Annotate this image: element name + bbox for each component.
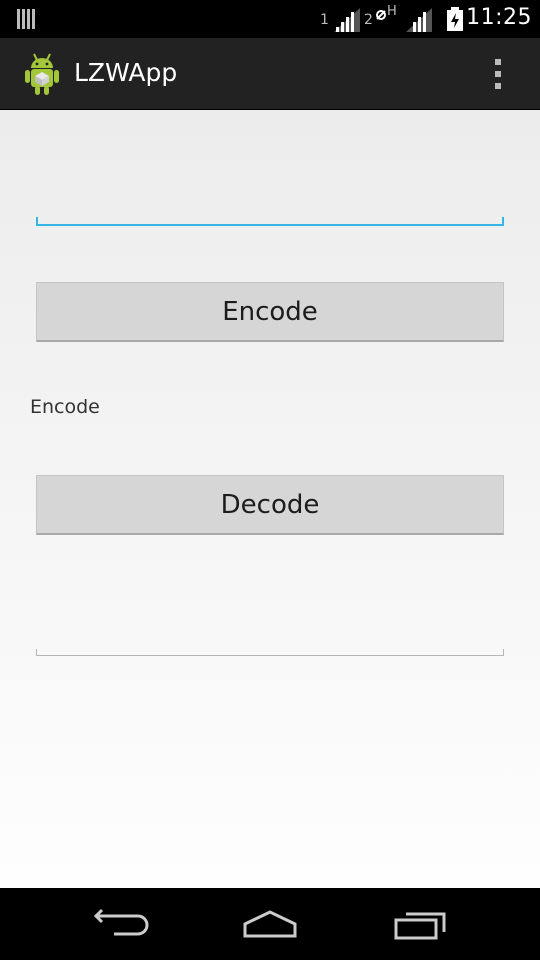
notification-icon — [17, 9, 35, 29]
input-field[interactable] — [36, 188, 504, 226]
navigation-bar — [0, 888, 540, 960]
back-icon[interactable] — [86, 902, 156, 946]
app-title: LZWApp — [74, 58, 178, 87]
encode-button[interactable]: Encode — [36, 282, 504, 342]
output-field[interactable] — [36, 616, 504, 656]
sim1-label: 1 — [320, 12, 329, 28]
overflow-menu-icon[interactable] — [486, 56, 510, 92]
signal-sim2-icon — [406, 8, 432, 32]
home-icon[interactable] — [235, 902, 305, 946]
sim2-label: 2 — [364, 12, 373, 28]
battery-charging-icon — [447, 7, 463, 31]
clock: 11:25 — [466, 5, 532, 30]
status-bar: 1 2 H 11:25 — [0, 0, 540, 38]
result-label: Encode — [30, 396, 100, 418]
status-icons: 1 2 H 11:25 — [310, 0, 540, 38]
decode-button[interactable]: Decode — [36, 475, 504, 535]
recent-apps-icon[interactable] — [386, 902, 456, 946]
content-area: Encode Encode Decode — [0, 110, 540, 888]
action-bar: LZWApp — [0, 38, 540, 110]
network-type-label: H — [387, 4, 397, 19]
signal-sim1-icon — [334, 8, 360, 32]
android-app-icon[interactable] — [22, 52, 62, 96]
